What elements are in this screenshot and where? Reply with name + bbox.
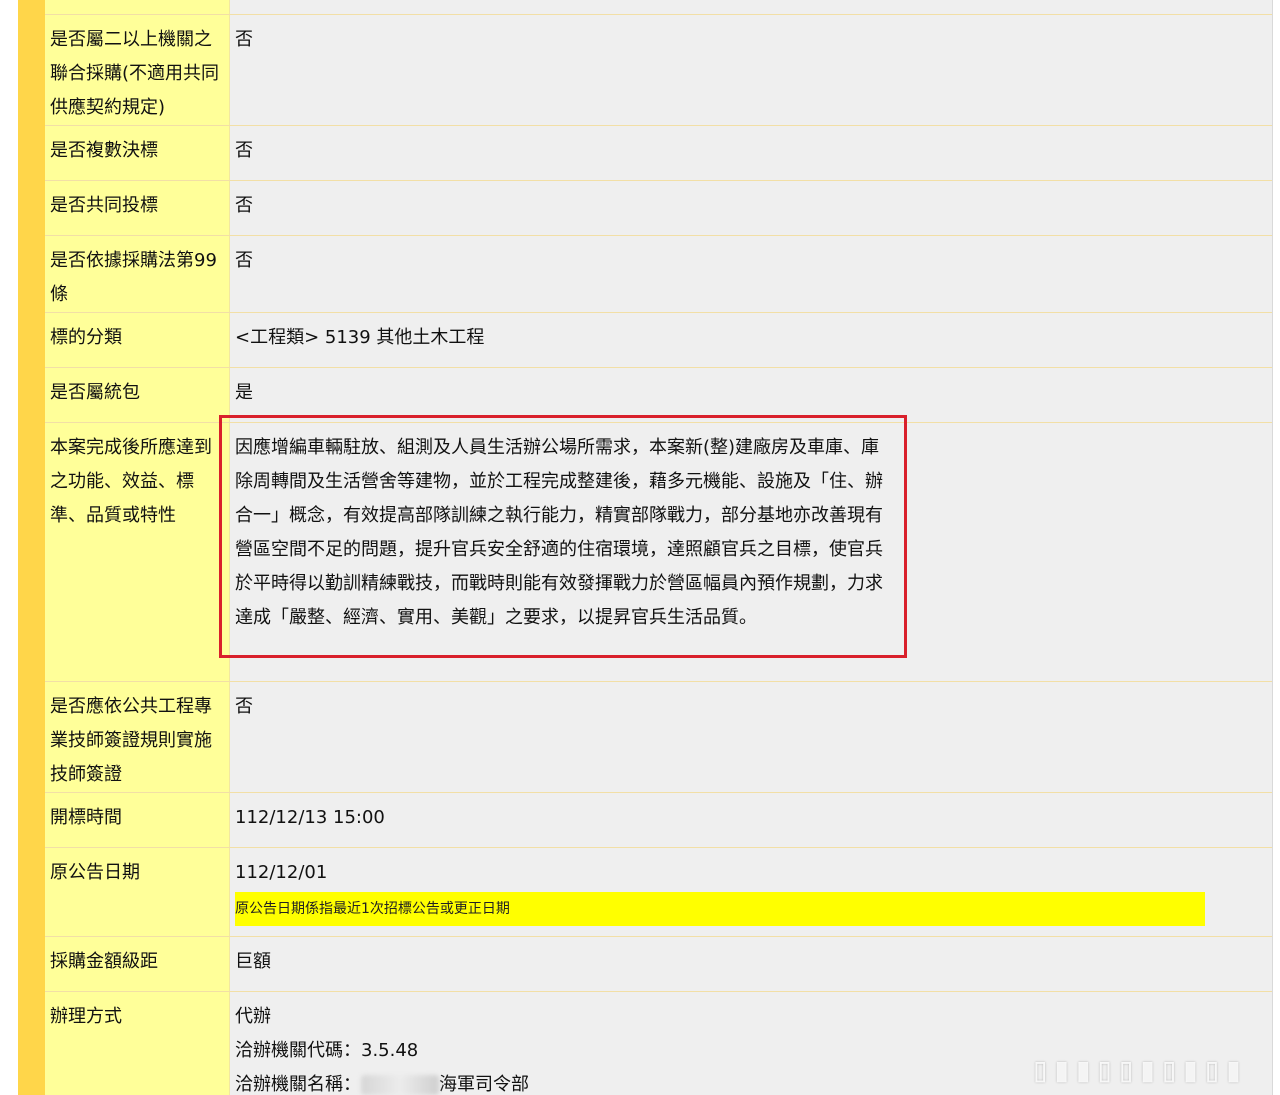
row-label: 本案完成後所應達到之功能、效益、標準、品質或特性 (45, 423, 230, 681)
row-value: <工程類> 5139 其他土木工程 (230, 313, 1272, 367)
table-row-opening-time: 開標時間 112/12/13 15:00 (45, 793, 1272, 848)
handling-method-value: 代辦 (235, 1006, 271, 1027)
table-row-project-purpose: 本案完成後所應達到之功能、效益、標準、品質或特性 因應增編車輛駐放、組測及人員生… (45, 423, 1272, 682)
row-value: 是 (230, 368, 1272, 422)
row-value: 否 (230, 15, 1272, 125)
row-label: 是否複數決標 (45, 126, 230, 180)
table-row-category: 標的分類 <工程類> 5139 其他土木工程 (45, 313, 1272, 368)
announcement-date-note: 原公告日期係指最近1次招標公告或更正日期 (235, 892, 1205, 926)
row-label: 是否應依公共工程專業技師簽證規則實施技師簽證 (45, 682, 230, 792)
row-label: 開標時間 (45, 793, 230, 847)
table-row-joint-procurement: 是否屬二以上機關之聯合採購(不適用共同供應契約規定) 否 (45, 15, 1272, 126)
table-row-article-99: 是否依據採購法第99條 否 (45, 236, 1272, 313)
table-row-original-announcement: 原公告日期 112/12/01 原公告日期係指最近1次招標公告或更正日期 (45, 848, 1272, 937)
row-label: 採購金額級距 (45, 937, 230, 991)
project-purpose-text: 因應增編車輛駐放、組測及人員生活辦公場所需求，本案新(整)建廠房及車庫、庫除周轉… (235, 437, 883, 628)
row-label: 是否屬二以上機關之聯合採購(不適用共同供應契約規定) (45, 15, 230, 125)
left-accent-bar (18, 0, 45, 1095)
row-value: 否 (230, 181, 1272, 235)
redacted-text (361, 1075, 439, 1095)
table-row-amount-range: 採購金額級距 巨額 (45, 937, 1272, 992)
row-label: 是否共同投標 (45, 181, 230, 235)
tender-detail-page: 是否屬二以上機關之聯合採購(不適用共同供應契約規定) 否 是否複數決標 否 是否… (0, 0, 1280, 1095)
row-value: 巨額 (230, 937, 1272, 991)
row-label: 辦理方式 (45, 992, 230, 1095)
table-row-partial (45, 0, 1272, 15)
row-value: 112/12/01 (235, 862, 328, 883)
table-row-multiple-award: 是否複數決標 否 (45, 126, 1272, 181)
row-label: 原公告日期 (45, 848, 230, 936)
row-label: 是否屬統包 (45, 368, 230, 422)
watermark: ▯▮▮▯▯▮▯▮▯▮ (1030, 1050, 1245, 1090)
row-value: 否 (230, 236, 1272, 312)
table-row-turnkey: 是否屬統包 是 (45, 368, 1272, 423)
table-row-joint-bid: 是否共同投標 否 (45, 181, 1272, 236)
row-label: 是否依據採購法第99條 (45, 236, 230, 312)
row-value: 112/12/13 15:00 (230, 793, 1272, 847)
row-label: 標的分類 (45, 313, 230, 367)
row-value: 否 (230, 682, 1272, 792)
tender-info-table: 是否屬二以上機關之聯合採購(不適用共同供應契約規定) 否 是否複數決標 否 是否… (45, 0, 1273, 1095)
row-value: 否 (230, 126, 1272, 180)
table-row-engineer-certification: 是否應依公共工程專業技師簽證規則實施技師簽證 否 (45, 682, 1272, 793)
